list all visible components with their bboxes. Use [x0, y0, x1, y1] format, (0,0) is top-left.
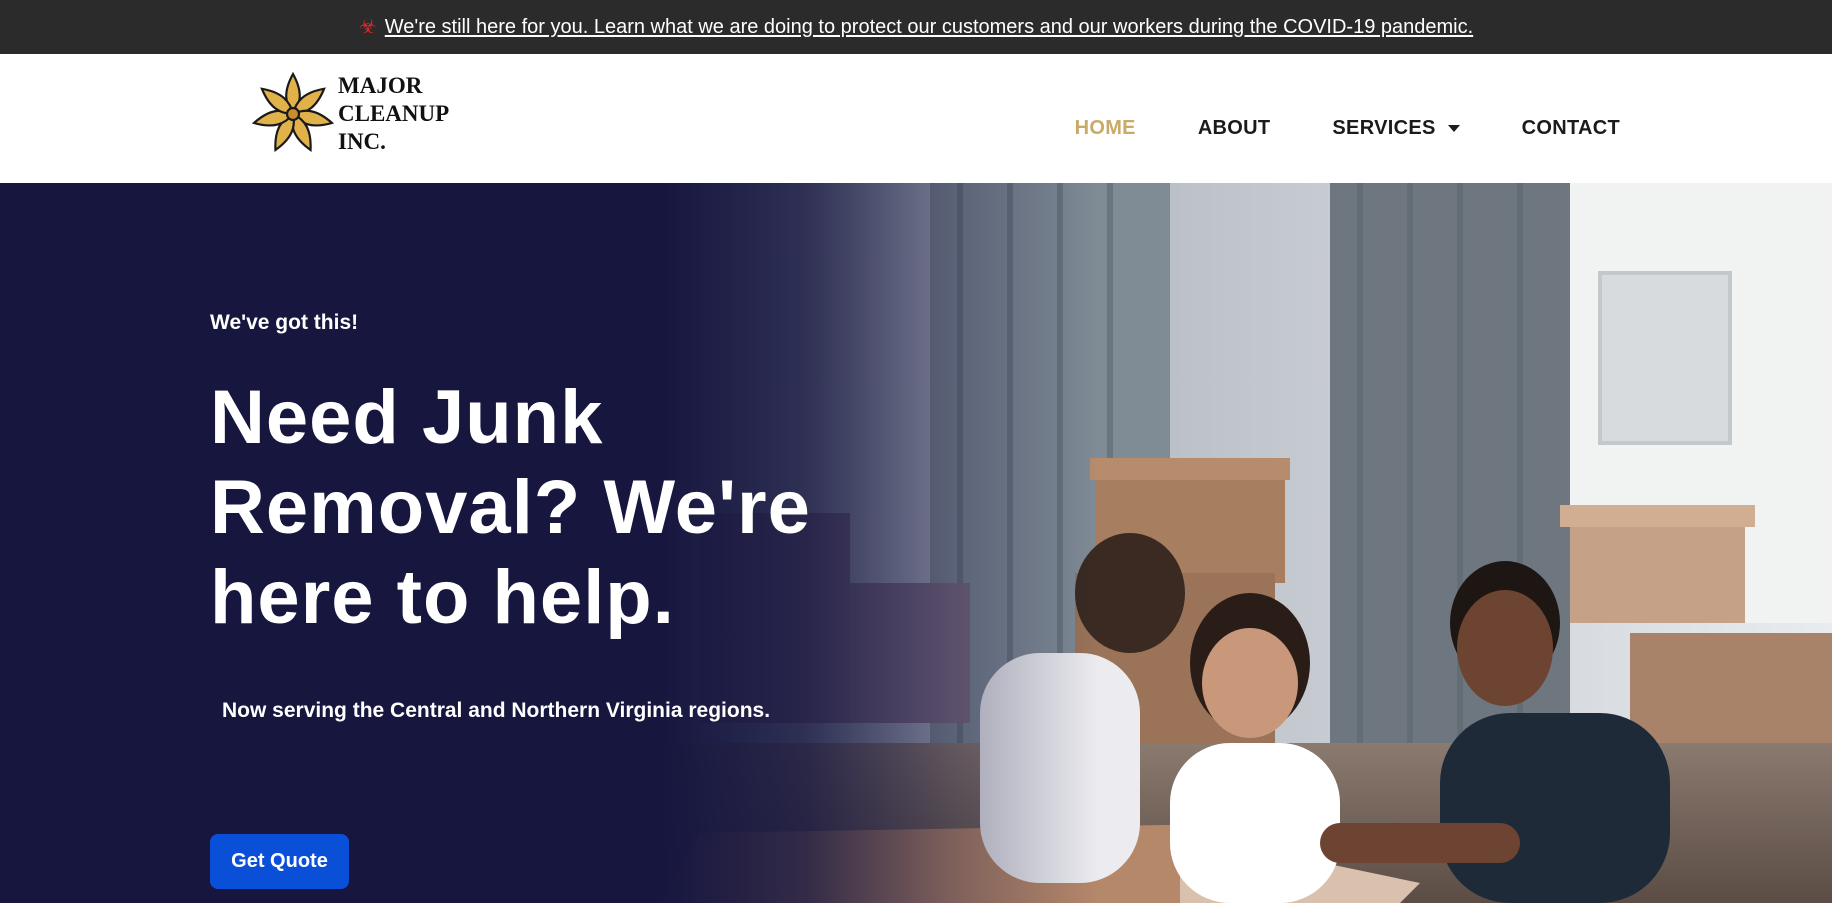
get-quote-button[interactable]: Get Quote [210, 834, 349, 889]
brand-line-1: MAJOR [338, 73, 423, 98]
biohazard-icon: ☣ [358, 16, 377, 38]
hero-section: We've got this! Need Junk Removal? We're… [0, 183, 1832, 903]
nav-contact[interactable]: CONTACT [1522, 117, 1620, 140]
logo[interactable]: MAJOR CLEANUP INC. [252, 70, 449, 158]
hero-headline: Need Junk Removal? We're here to help. [210, 375, 811, 640]
site-header: MAJOR CLEANUP INC. HOME ABOUT SERVICES C… [0, 54, 1832, 183]
nav-about-label: ABOUT [1197, 117, 1271, 139]
nav-services-label: SERVICES [1332, 117, 1436, 139]
nav-home-label: HOME [1074, 117, 1136, 139]
nav-about[interactable]: ABOUT [1198, 117, 1271, 140]
hero-content: We've got this! Need Junk Removal? We're… [210, 183, 970, 903]
nav-services[interactable]: SERVICES [1332, 117, 1460, 140]
caret-down-icon [1447, 125, 1460, 132]
brand-line-2: CLEANUP [338, 101, 450, 126]
announcement-link[interactable]: We're still here for you. Learn what we … [385, 16, 1473, 39]
hero-subline: Now serving the Central and Northern Vir… [222, 699, 771, 722]
gold-leaf-icon [252, 71, 334, 152]
main-nav: HOME ABOUT SERVICES CONTACT [1075, 54, 1620, 183]
brand-name: MAJOR CLEANUP INC. [338, 72, 449, 156]
announcement-bar: ☣ We're still here for you. Learn what w… [0, 0, 1832, 54]
nav-contact-label: CONTACT [1521, 117, 1620, 139]
nav-home[interactable]: HOME [1075, 117, 1136, 140]
hero-eyebrow: We've got this! [210, 311, 359, 334]
brand-line-3: INC. [338, 129, 386, 154]
